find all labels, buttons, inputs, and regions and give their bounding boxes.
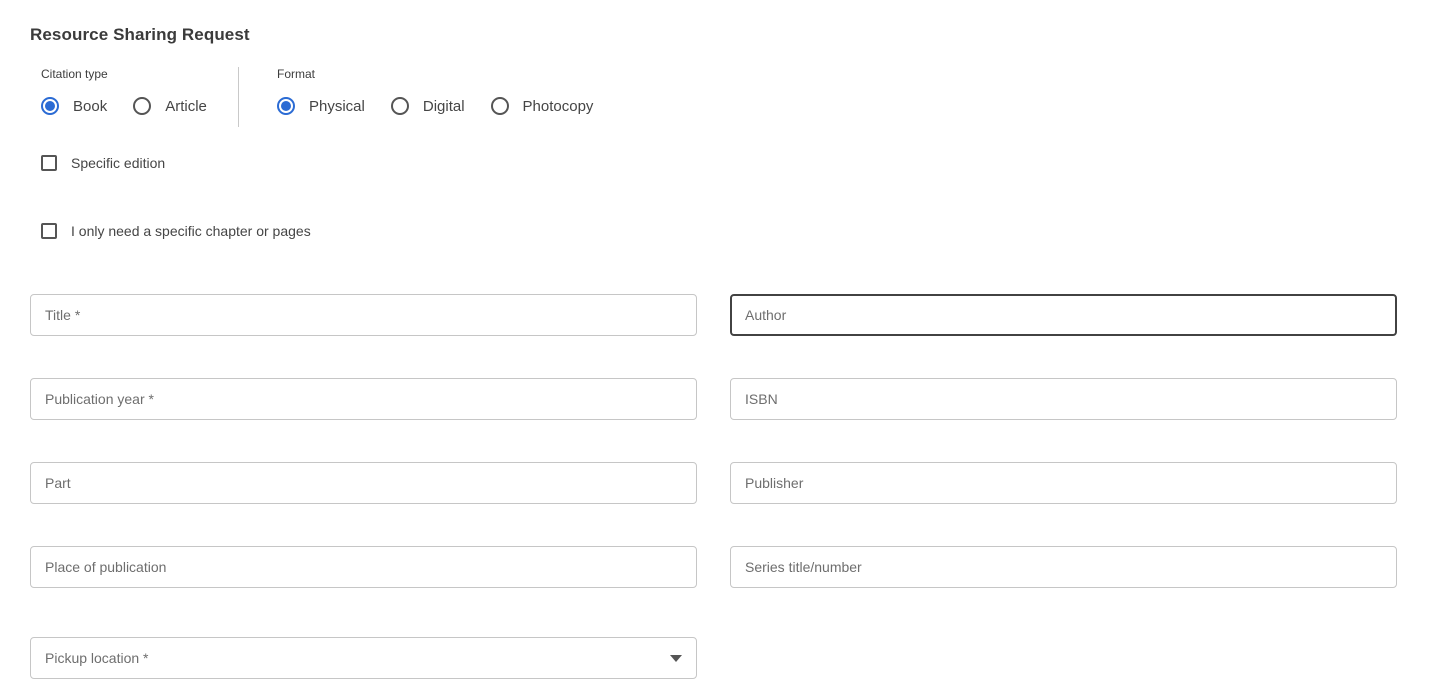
radio-option-article[interactable]: Article [133, 97, 207, 115]
place-of-publication-input[interactable] [30, 546, 697, 588]
radio-unselected-icon [391, 97, 409, 115]
caret-down-icon [670, 655, 682, 662]
radio-unselected-icon [491, 97, 509, 115]
radio-option-photocopy[interactable]: Photocopy [491, 97, 594, 115]
citation-type-options: Book Article [41, 97, 238, 115]
radio-groups-row: Citation type Book Article Format Physic… [30, 67, 1397, 127]
radio-selected-icon [277, 97, 295, 115]
series-title-number-input[interactable] [730, 546, 1397, 588]
author-input[interactable] [730, 294, 1397, 336]
pickup-location-select[interactable]: Pickup location * [30, 637, 697, 679]
radio-option-label: Physical [309, 98, 365, 115]
resource-sharing-request-form: Resource Sharing Request Citation type B… [0, 0, 1432, 679]
radio-option-label: Book [73, 98, 107, 115]
isbn-input[interactable] [730, 378, 1397, 420]
radio-selected-icon [41, 97, 59, 115]
format-label: Format [277, 67, 619, 81]
radio-groups-divider [238, 67, 239, 127]
radio-option-book[interactable]: Book [41, 97, 107, 115]
checkbox-icon [41, 155, 57, 171]
radio-option-physical[interactable]: Physical [277, 97, 365, 115]
form-fields-grid [30, 294, 1397, 588]
citation-type-group: Citation type Book Article [30, 67, 238, 127]
radio-option-label: Photocopy [523, 98, 594, 115]
format-options: Physical Digital Photocopy [277, 97, 619, 115]
part-input[interactable] [30, 462, 697, 504]
pickup-location-label: Pickup location * [45, 650, 149, 666]
pickup-location-row: Pickup location * [30, 637, 697, 679]
checkbox-label: I only need a specific chapter or pages [71, 223, 311, 239]
page-title: Resource Sharing Request [30, 25, 1397, 44]
radio-unselected-icon [133, 97, 151, 115]
format-group: Format Physical Digital Photocopy [264, 67, 619, 127]
citation-type-label: Citation type [41, 67, 238, 81]
publisher-input[interactable] [730, 462, 1397, 504]
checkbox-specific-chapter[interactable]: I only need a specific chapter or pages [30, 223, 1397, 239]
radio-option-label: Digital [423, 98, 465, 115]
title-input[interactable] [30, 294, 697, 336]
publication-year-input[interactable] [30, 378, 697, 420]
checkbox-specific-edition[interactable]: Specific edition [30, 155, 1397, 171]
radio-option-digital[interactable]: Digital [391, 97, 465, 115]
checkbox-icon [41, 223, 57, 239]
radio-option-label: Article [165, 98, 207, 115]
checkbox-label: Specific edition [71, 155, 165, 171]
